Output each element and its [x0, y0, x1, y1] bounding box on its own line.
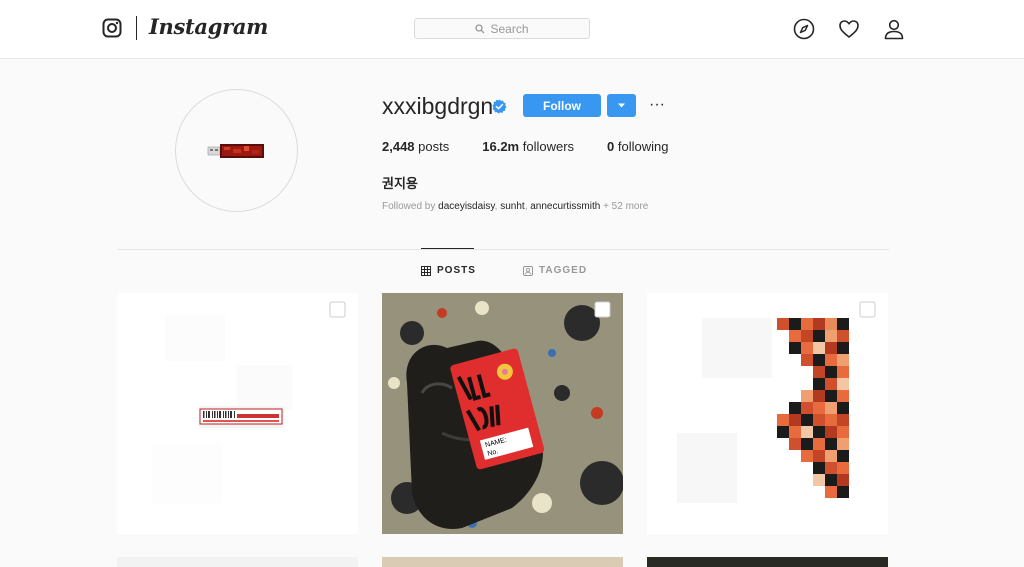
- follow-button[interactable]: Follow: [523, 94, 601, 117]
- top-navigation-bar: Instagram Search: [0, 0, 1024, 59]
- instagram-logo-icon[interactable]: [102, 18, 122, 38]
- followed-by-user[interactable]: annecurtissmith: [530, 201, 600, 212]
- followers-count: 16.2m: [482, 139, 520, 154]
- post-image: [647, 293, 888, 534]
- followed-by-more[interactable]: + 52 more: [603, 201, 648, 212]
- tab-posts[interactable]: POSTS: [421, 265, 476, 276]
- profile-full-name: 권지용: [382, 176, 418, 191]
- post-image: [117, 293, 358, 534]
- followed-by-user[interactable]: daceyisdaisy: [438, 201, 495, 212]
- followed-by-prefix: Followed by: [382, 201, 436, 212]
- post-tile[interactable]: [117, 557, 358, 567]
- search-icon: [475, 23, 485, 33]
- multiple-posts-icon: [859, 301, 876, 318]
- caret-down-icon: [618, 103, 625, 108]
- instagram-wordmark[interactable]: Instagram: [149, 14, 268, 39]
- profile-username: xxxibgdrgn: [382, 93, 494, 119]
- followed-by-user[interactable]: sunht: [500, 201, 524, 212]
- grid-icon: [421, 265, 431, 276]
- following-stat[interactable]: 0 following: [607, 139, 668, 154]
- tagged-user-icon: [523, 265, 533, 276]
- post-tile[interactable]: [647, 293, 888, 534]
- usb-drive-image: [207, 144, 264, 158]
- tab-tagged-label: TAGGED: [539, 265, 588, 276]
- multiple-posts-icon: [329, 301, 346, 318]
- suggestions-dropdown-button[interactable]: [607, 94, 636, 117]
- posts-count: 2,448: [382, 139, 415, 154]
- posts-stat: 2,448 posts: [382, 139, 449, 154]
- explore-compass-icon[interactable]: [793, 18, 815, 40]
- search-input[interactable]: Search: [414, 18, 590, 39]
- following-label: following: [617, 139, 669, 154]
- multiple-posts-icon: [594, 301, 611, 318]
- verified-badge-icon: [492, 99, 507, 114]
- followed-by-text[interactable]: Followed by daceyisdaisy, sunht, annecur…: [382, 201, 648, 212]
- post-tile[interactable]: [382, 557, 623, 567]
- post-image: NAME: No.: [382, 293, 623, 534]
- post-tile[interactable]: NAME: No.: [382, 293, 623, 534]
- post-tile[interactable]: [117, 293, 358, 534]
- search-placeholder: Search: [490, 21, 529, 36]
- following-count: 0: [607, 139, 615, 154]
- posts-label: posts: [418, 139, 450, 154]
- profile-stats: 2,448 posts 16.2m followers 0 following: [382, 139, 702, 154]
- followers-stat[interactable]: 16.2m followers: [482, 139, 574, 154]
- profile-user-icon[interactable]: [883, 18, 905, 40]
- followers-label: followers: [522, 139, 575, 154]
- post-tile[interactable]: [647, 557, 888, 567]
- heart-icon[interactable]: [838, 18, 860, 40]
- profile-avatar[interactable]: [175, 89, 298, 212]
- more-options-button[interactable]: ···: [646, 96, 668, 114]
- tabs-divider: [117, 249, 889, 250]
- active-tab-indicator: [421, 248, 474, 249]
- tab-tagged[interactable]: TAGGED: [523, 265, 587, 276]
- tab-posts-label: POSTS: [437, 265, 476, 276]
- logo-divider: [136, 16, 137, 40]
